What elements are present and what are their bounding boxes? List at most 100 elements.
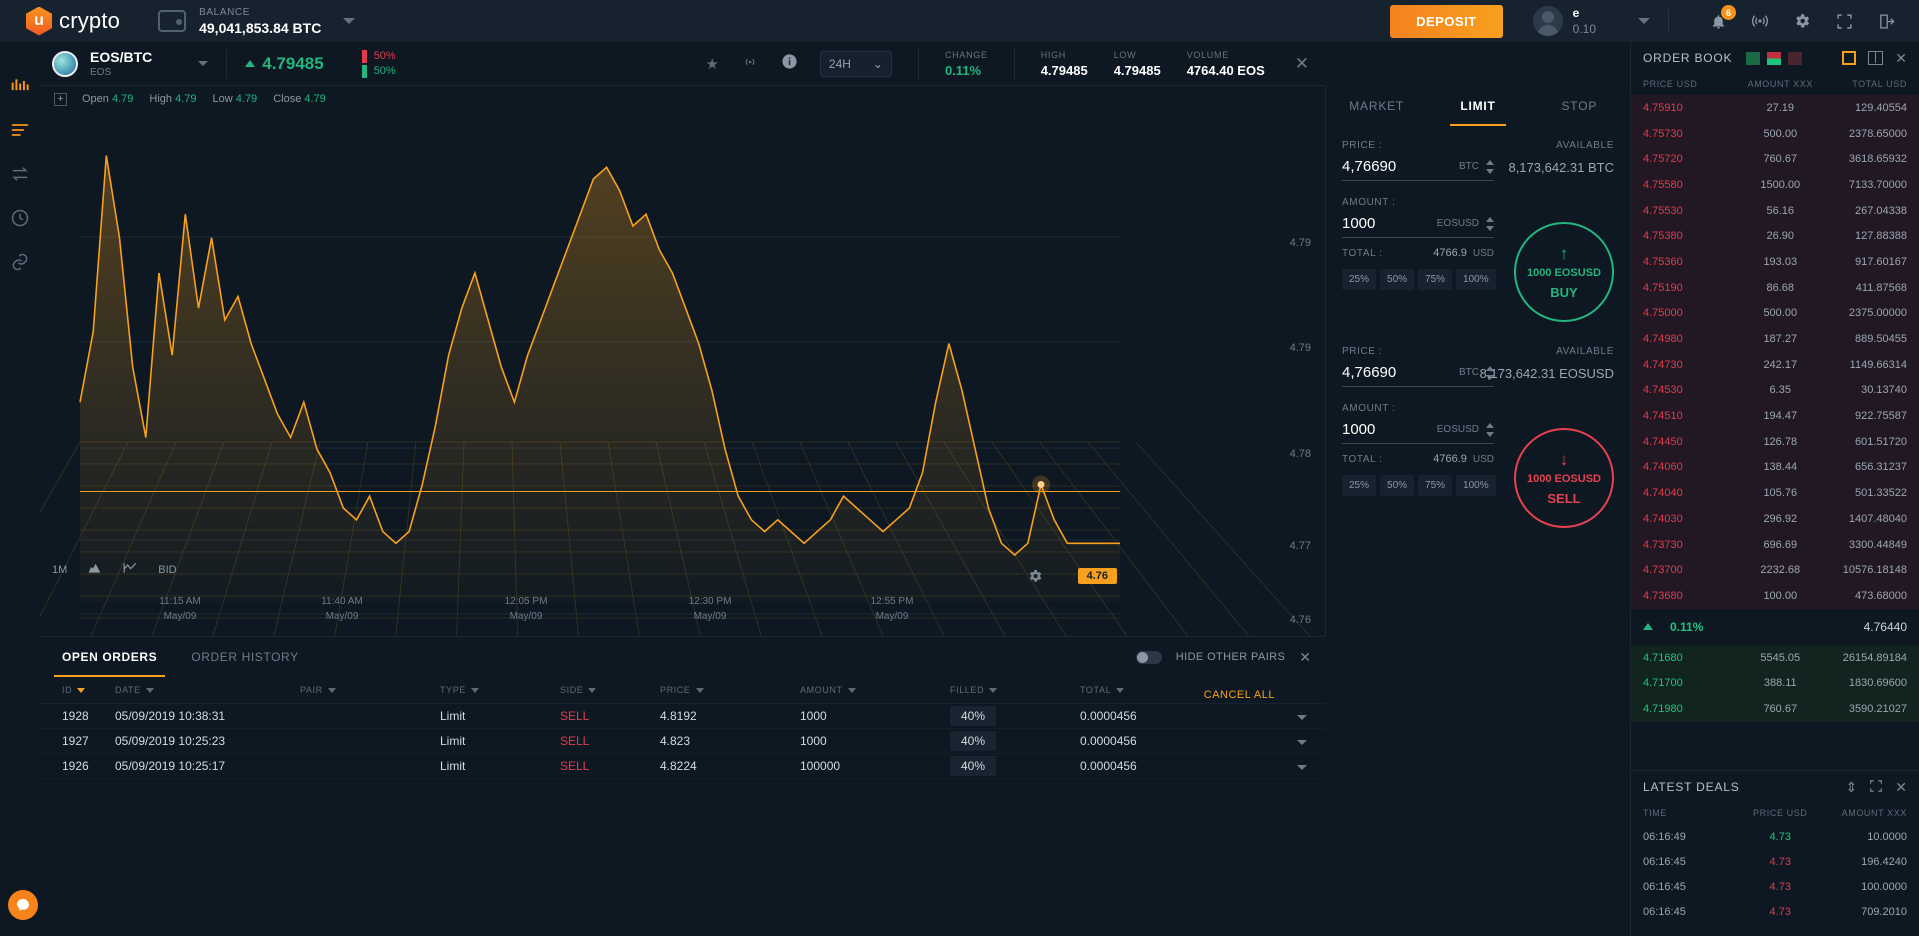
table-row[interactable]: 1927 05/09/2019 10:25:23 Limit SELL 4.823 100… (40, 729, 1325, 754)
avatar[interactable] (1532, 6, 1563, 36)
rail-link-icon[interactable] (8, 250, 32, 274)
orders-col-date[interactable]: DATE (115, 685, 300, 695)
sell-pct-75[interactable]: 75% (1418, 475, 1453, 496)
brand-logo[interactable]: u crypto (26, 6, 120, 36)
table-row[interactable]: 1926 05/09/2019 10:25:17 Limit SELL 4.8224 10… (40, 754, 1325, 779)
chart-settings-gear-icon[interactable] (1027, 568, 1043, 588)
orderbook-mode-bids-icon[interactable] (1746, 51, 1761, 65)
deals-sort-icon[interactable]: ⇕ (1846, 779, 1858, 796)
orderbook-row[interactable]: 4.73700 2232.68 10576.18148 (1631, 557, 1919, 584)
orderbook-row[interactable]: 4.75380 26.90 127.88388 (1631, 223, 1919, 250)
sell-price-input[interactable] (1342, 364, 1434, 381)
orderbook-row[interactable]: 4.71700 388.11 1830.69600 (1631, 670, 1919, 697)
order-expand-icon[interactable] (1240, 709, 1325, 723)
chart-type-line-icon[interactable] (122, 561, 138, 578)
orderbook-row[interactable]: 4.74730 242.17 1149.66314 (1631, 351, 1919, 378)
sell-button[interactable]: ↓ 1000 EOSUSD SELL (1514, 428, 1614, 528)
tab-limit[interactable]: LIMIT (1427, 86, 1528, 126)
sell-pct-25[interactable]: 25% (1342, 475, 1377, 496)
broadcast-icon[interactable] (1749, 10, 1771, 32)
buy-price-input[interactable] (1342, 158, 1434, 175)
orders-col-amount[interactable]: AMOUNT (800, 685, 950, 695)
buy-pct-100[interactable]: 100% (1456, 269, 1496, 290)
orderbook-close-icon[interactable]: ✕ (1895, 50, 1907, 67)
wallet-balance[interactable]: BALANCE 49,041,853.84 BTC (158, 7, 356, 36)
orderbook-mode-both-icon[interactable] (1767, 51, 1782, 65)
orderbook-layout-split-icon[interactable] (1868, 51, 1884, 65)
user-menu-chevron-icon[interactable] (1638, 18, 1650, 24)
orders-col-side[interactable]: SIDE (560, 685, 660, 695)
info-icon[interactable] (781, 53, 798, 74)
add-indicator-icon[interactable]: + (54, 92, 67, 106)
rail-orders-icon[interactable] (8, 118, 32, 142)
orderbook-row[interactable]: 4.73680 100.00 473.68000 (1631, 583, 1919, 609)
deals-expand-icon[interactable] (1869, 779, 1883, 796)
orders-col-type[interactable]: TYPE (440, 685, 560, 695)
orderbook-row[interactable]: 4.71980 760.67 3590.21027 (1631, 696, 1919, 722)
orders-col-price[interactable]: PRICE (660, 685, 800, 695)
chart-type-bars-icon[interactable] (87, 561, 102, 578)
orderbook-row[interactable]: 4.74450 126.78 601.51720 (1631, 428, 1919, 455)
buy-amount-stepper[interactable] (1486, 216, 1494, 231)
orderbook-row[interactable]: 4.74040 105.76 501.33522 (1631, 480, 1919, 506)
sell-pct-50[interactable]: 50% (1380, 475, 1415, 496)
gear-icon[interactable] (1791, 10, 1813, 32)
rail-transfer-icon[interactable] (8, 162, 32, 186)
orderbook-row[interactable]: 4.71680 5545.05 26154.89184 (1631, 644, 1919, 671)
rail-history-icon[interactable] (8, 206, 32, 230)
tab-stop[interactable]: STOP (1529, 86, 1630, 126)
order-expand-icon[interactable] (1240, 734, 1325, 748)
chart-source[interactable]: BID (158, 564, 176, 576)
notifications-bell-icon[interactable]: 6 (1707, 5, 1736, 32)
orderbook-row[interactable]: 4.73730 696.69 3300.44849 (1631, 531, 1919, 558)
orderbook-row[interactable]: 4.74030 296.92 1407.48040 (1631, 506, 1919, 532)
deals-close-icon[interactable]: ✕ (1895, 779, 1907, 796)
cancel-all-button[interactable]: CANCEL ALL (1204, 689, 1275, 701)
close-chart-icon[interactable]: ✕ (1295, 54, 1309, 74)
orderbook-row[interactable]: 4.75530 56.16 267.04338 (1631, 197, 1919, 224)
tab-open-orders[interactable]: OPEN ORDERS (53, 637, 166, 677)
orders-col-id[interactable]: ID (40, 685, 115, 695)
orderbook-row[interactable]: 4.75190 86.68 411.87568 (1631, 274, 1919, 301)
tab-market[interactable]: MARKET (1326, 86, 1427, 126)
alert-broadcast-icon[interactable] (741, 54, 759, 74)
sell-amount-stepper[interactable] (1486, 422, 1494, 437)
deposit-button[interactable]: DEPOSIT (1390, 4, 1503, 38)
buy-pct-50[interactable]: 50% (1380, 269, 1415, 290)
chat-support-button[interactable] (8, 890, 38, 920)
orderbook-row[interactable]: 4.75580 1500.00 7133.70000 (1631, 172, 1919, 198)
orders-col-filled[interactable]: FILLED (950, 685, 1080, 695)
sell-pct-100[interactable]: 100% (1456, 475, 1496, 496)
table-row[interactable]: 1928 05/09/2019 10:38:31 Limit SELL 4.8192 10… (40, 704, 1325, 729)
orders-close-icon[interactable]: ✕ (1299, 649, 1311, 666)
logout-icon[interactable] (1875, 10, 1897, 32)
buy-button[interactable]: ↑ 1000 EOSUSD BUY (1514, 222, 1614, 322)
pair-selector-chevron-icon[interactable] (198, 61, 209, 66)
orderbook-row[interactable]: 4.75910 27.19 129.40554 (1631, 95, 1919, 121)
orderbook-row[interactable]: 4.75360 193.03 917.60167 (1631, 249, 1919, 275)
rail-chart-icon[interactable] (8, 74, 32, 98)
sell-amount-input[interactable] (1342, 421, 1434, 438)
orderbook-row[interactable]: 4.75730 500.00 2378.65000 (1631, 120, 1919, 147)
fullscreen-icon[interactable] (1833, 10, 1855, 32)
tab-order-history[interactable]: ORDER HISTORY (191, 637, 298, 677)
buy-pct-25[interactable]: 25% (1342, 269, 1377, 290)
orderbook-row[interactable]: 4.75720 760.67 3618.65932 (1631, 146, 1919, 173)
orderbook-row[interactable]: 4.74530 6.35 30.13740 (1631, 377, 1919, 404)
orders-col-pair[interactable]: PAIR (300, 685, 440, 695)
chart-interval[interactable]: 1M (52, 564, 67, 576)
favorite-star-icon[interactable]: ★ (705, 55, 718, 73)
orderbook-row[interactable]: 4.74980 187.27 889.50455 (1631, 326, 1919, 352)
price-chart[interactable]: 4.79 4.79 4.78 4.77 4.76 4.76 1M BID 11:… (40, 112, 1325, 636)
chevron-down-icon[interactable] (343, 18, 356, 24)
buy-pct-75[interactable]: 75% (1418, 269, 1453, 290)
hide-other-pairs-toggle[interactable] (1135, 650, 1162, 664)
orderbook-row[interactable]: 4.74060 138.44 656.31237 (1631, 454, 1919, 481)
orderbook-mode-asks-icon[interactable] (1788, 51, 1803, 65)
orderbook-layout-single-icon[interactable] (1842, 51, 1857, 65)
orderbook-row[interactable]: 4.74510 194.47 922.75587 (1631, 403, 1919, 429)
orderbook-row[interactable]: 4.75000 500.00 2375.00000 (1631, 300, 1919, 327)
buy-amount-input[interactable] (1342, 215, 1434, 232)
buy-price-stepper[interactable] (1486, 159, 1494, 174)
timeframe-select[interactable]: 24H ⌄ (819, 50, 892, 77)
